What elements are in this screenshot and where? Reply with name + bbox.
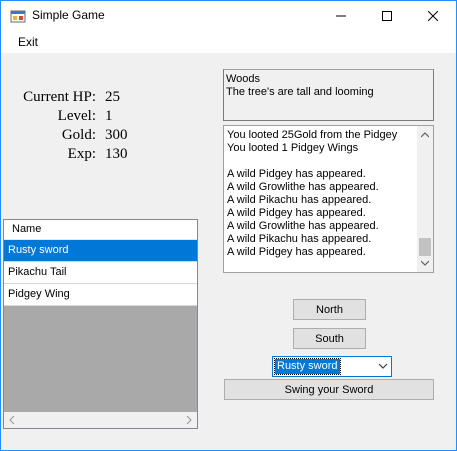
log-vertical-scrollbar[interactable] xyxy=(417,126,433,272)
log-line: A wild Pikachu has appeared. xyxy=(227,233,372,245)
message-log[interactable]: You looted 25Gold from the Pidgey You lo… xyxy=(223,125,434,273)
maximize-button[interactable] xyxy=(364,1,410,31)
close-icon xyxy=(428,11,438,21)
south-button[interactable]: South xyxy=(293,328,366,349)
stat-level: Level: 1 xyxy=(19,108,113,125)
log-line: A wild Growlithe has appeared. xyxy=(227,181,379,193)
north-button[interactable]: North xyxy=(293,299,366,320)
inventory-item-selected[interactable]: Rusty sword xyxy=(4,240,197,262)
log-line: A wild Growlithe has appeared. xyxy=(227,220,379,232)
menu-bar: Exit xyxy=(1,31,456,53)
close-button[interactable] xyxy=(410,1,456,31)
stat-gold-label: Gold: xyxy=(61,127,96,143)
scroll-down-icon[interactable] xyxy=(421,260,429,266)
location-name: Woods xyxy=(226,73,261,85)
log-scroll-thumb[interactable] xyxy=(419,238,431,256)
location-textbox[interactable]: Woods The tree's are tall and looming xyxy=(223,69,434,121)
swing-sword-button[interactable]: Swing your Sword xyxy=(224,379,434,400)
stat-level-label: Level: xyxy=(57,108,96,124)
scroll-up-icon[interactable] xyxy=(421,132,429,138)
scroll-right-icon[interactable] xyxy=(186,416,192,424)
window-title: Simple Game xyxy=(32,8,105,22)
minimize-button[interactable] xyxy=(318,1,364,31)
log-line: You looted 25Gold from the Pidgey xyxy=(227,129,398,141)
log-line: A wild Pikachu has appeared. xyxy=(227,194,372,206)
stat-level-value: 1 xyxy=(105,108,113,124)
stat-hp-value: 25 xyxy=(105,89,120,105)
scroll-left-icon[interactable] xyxy=(9,416,15,424)
stat-exp-value: 130 xyxy=(105,146,128,162)
inventory-header-label: Name xyxy=(12,223,42,235)
dropdown-arrow-icon[interactable] xyxy=(378,361,388,371)
log-line: You looted 1 Pidgey Wings xyxy=(227,142,359,154)
title-bar[interactable]: Simple Game xyxy=(1,1,456,31)
stat-hp: Current HP: 25 xyxy=(19,89,120,106)
weapon-select-value: Rusty sword xyxy=(274,358,341,375)
app-icon xyxy=(10,10,26,23)
inventory-item[interactable]: Pikachu Tail xyxy=(4,262,197,284)
inventory-item-label: Pikachu Tail xyxy=(8,266,67,278)
weapon-select[interactable]: Rusty sword xyxy=(272,356,392,377)
log-line: A wild Pidgey has appeared. xyxy=(227,207,366,219)
inventory-item[interactable]: Pidgey Wing xyxy=(4,284,197,306)
stat-gold-value: 300 xyxy=(105,127,128,143)
inventory-list[interactable]: Name Rusty sword Pikachu Tail Pidgey Win… xyxy=(3,219,198,429)
location-description: The tree's are tall and looming xyxy=(226,86,374,98)
inventory-item-label: Rusty sword xyxy=(8,244,69,256)
log-line: A wild Pidgey has appeared. xyxy=(227,246,366,258)
stat-gold: Gold: 300 xyxy=(19,127,128,144)
inventory-column-header[interactable]: Name xyxy=(4,220,197,240)
stat-hp-label: Current HP: xyxy=(23,89,96,105)
log-line: A wild Pidgey has appeared. xyxy=(227,168,366,180)
minimize-icon xyxy=(336,15,346,17)
stat-exp-label: Exp: xyxy=(67,146,96,162)
maximize-icon xyxy=(382,11,392,21)
menu-exit[interactable]: Exit xyxy=(10,35,46,49)
stat-exp: Exp: 130 xyxy=(19,146,128,163)
inventory-item-label: Pidgey Wing xyxy=(8,288,70,300)
message-log-text: You looted 25Gold from the Pidgey You lo… xyxy=(227,129,415,259)
main-window: Simple Game Exit Current HP: 25 Level: 1… xyxy=(0,0,457,451)
inventory-horizontal-scrollbar[interactable] xyxy=(4,412,197,428)
